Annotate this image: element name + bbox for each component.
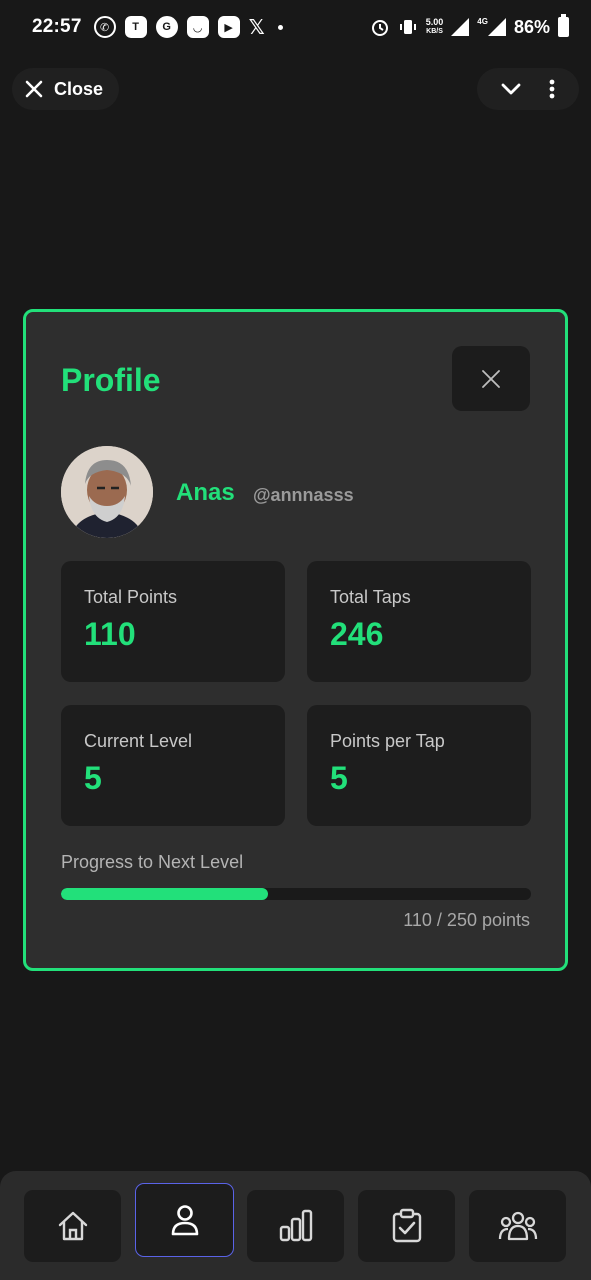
- nav-friends[interactable]: [469, 1190, 566, 1262]
- more-vertical-icon[interactable]: [547, 77, 557, 101]
- stat-total-taps: Total Taps 246: [307, 561, 531, 682]
- status-time: 22:57: [32, 16, 82, 37]
- top-actions: [477, 68, 579, 110]
- youtube-icon: ▶: [217, 16, 240, 38]
- profile-title: Profile: [61, 362, 161, 398]
- bottom-nav: [0, 1171, 591, 1280]
- x-icon: 𝕏: [248, 16, 265, 39]
- network-type: 4G: [477, 16, 488, 26]
- notification-icons: ✆ T G ◡ ▶ 𝕏: [93, 15, 283, 40]
- profile-close-button[interactable]: [452, 346, 530, 411]
- stat-label: Total Points: [84, 587, 178, 607]
- nav-profile[interactable]: [135, 1183, 234, 1257]
- group-icon: [498, 1211, 537, 1241]
- nav-leaderboard[interactable]: [247, 1190, 344, 1262]
- user-name: Anas: [176, 479, 235, 506]
- teams-icon: T: [124, 16, 147, 38]
- alarm-icon: [371, 20, 388, 36]
- chevron-down-icon[interactable]: [499, 77, 523, 101]
- nav-home[interactable]: [24, 1190, 121, 1262]
- battery-icon: [558, 14, 569, 37]
- screen: 22:57 ✆ T G ◡ ▶ 𝕏 5.00 KB/S 4G 86% Close…: [0, 0, 591, 1280]
- viber-icon: ✆: [93, 16, 116, 38]
- more-notifications-dot: [277, 24, 283, 30]
- close-icon: [482, 369, 500, 388]
- home-icon: [58, 1211, 87, 1241]
- stat-current-level: Current Level 5: [61, 705, 285, 826]
- close-label: Close: [54, 78, 104, 99]
- shopping-bag-icon: ◡: [186, 16, 209, 38]
- progress-text: 110 / 250 points: [403, 910, 530, 930]
- user-icon: [171, 1205, 198, 1236]
- stat-points-per-tap: Points per Tap 5: [307, 705, 531, 826]
- vibrate-icon: [399, 20, 416, 34]
- status-bar: 22:57 ✆ T G ◡ ▶ 𝕏 5.00 KB/S 4G 86%: [0, 0, 591, 54]
- system-icons: 5.00 KB/S 4G 86%: [370, 14, 569, 38]
- progress-label: Progress to Next Level: [61, 852, 244, 872]
- stat-label: Total Taps: [330, 587, 411, 607]
- avatar: [61, 446, 153, 538]
- close-icon: [25, 80, 43, 98]
- progress-bar: [61, 888, 531, 900]
- stat-value: 246: [330, 616, 384, 652]
- nav-tasks[interactable]: [358, 1190, 455, 1262]
- signal-icon: [451, 18, 470, 36]
- bar-chart-icon: [279, 1209, 312, 1242]
- stat-total-points: Total Points 110: [61, 561, 285, 682]
- stat-label: Current Level: [84, 731, 193, 751]
- stat-value: 5: [330, 760, 348, 796]
- stat-value: 5: [84, 760, 102, 796]
- user-handle: @annnasss: [253, 485, 354, 505]
- signal-icon-2: [487, 18, 506, 36]
- progress-bar-fill: [61, 888, 268, 900]
- profile-card: Profile Anas @annnasss Total Points 110 …: [23, 309, 568, 971]
- grammarly-icon: G: [155, 16, 178, 38]
- network-speed: 5.00 KB/S: [425, 17, 444, 36]
- stat-value: 110: [84, 616, 136, 652]
- close-button[interactable]: Close: [12, 68, 120, 110]
- stat-label: Points per Tap: [330, 731, 445, 751]
- battery-percent: 86%: [513, 16, 550, 37]
- clipboard-check-icon: [392, 1208, 421, 1243]
